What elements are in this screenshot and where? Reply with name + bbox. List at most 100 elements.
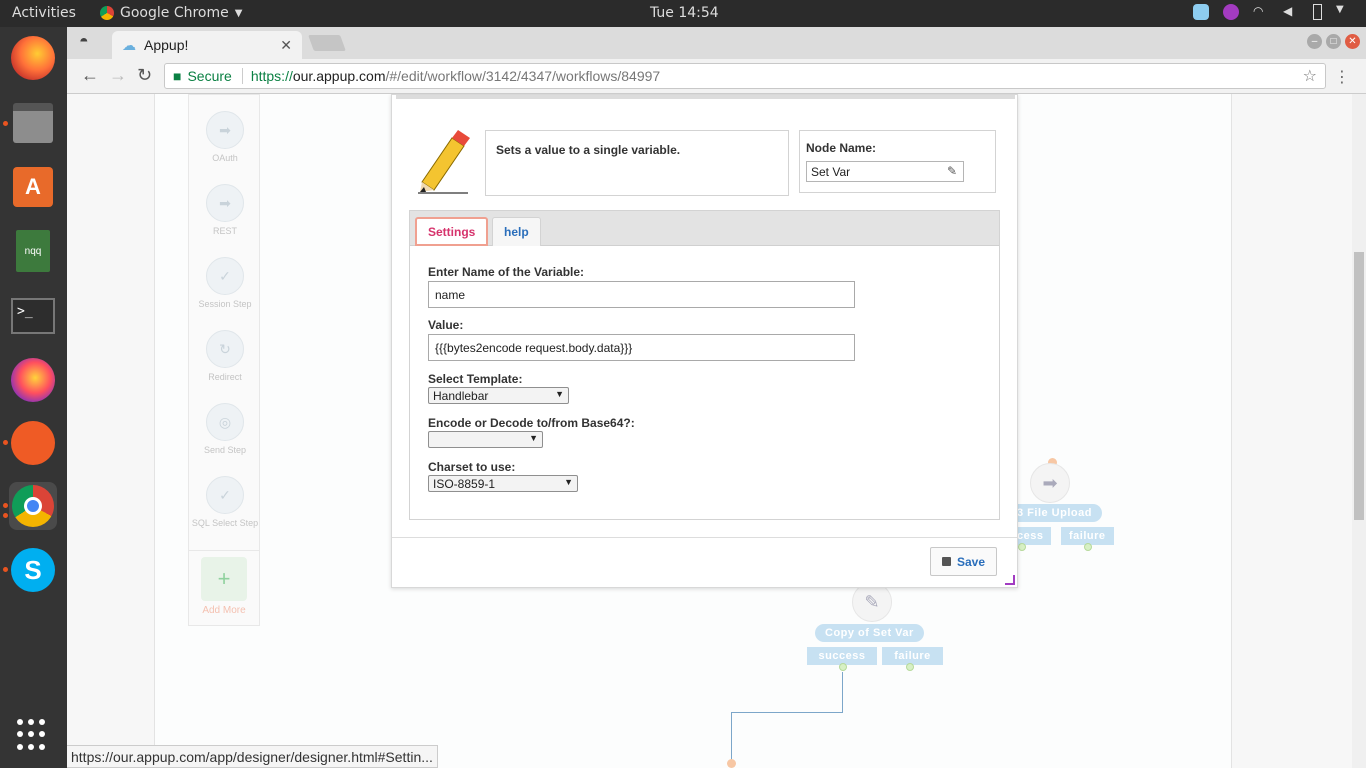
close-window-button[interactable]: ✕: [1345, 34, 1360, 49]
upload-node-icon[interactable]: ➡: [1030, 463, 1070, 503]
node-name-input[interactable]: Set Var ✎: [806, 161, 964, 182]
node-title[interactable]: Copy of Set Var: [815, 624, 924, 642]
show-applications-icon[interactable]: [17, 719, 49, 751]
palette-item-rest[interactable]: ➡ REST: [189, 184, 261, 236]
forward-icon[interactable]: →: [109, 65, 127, 86]
palette-item-label: REST: [212, 226, 237, 236]
system-tray[interactable]: ◠ ◀ ▼: [1193, 4, 1352, 20]
new-tab-button[interactable]: [308, 35, 346, 51]
app-menu[interactable]: Google Chrome ▼: [100, 5, 242, 21]
node-name-value: Set Var: [811, 164, 851, 179]
software-center-icon[interactable]: A: [9, 163, 57, 211]
pencil-node-icon[interactable]: ✎: [852, 582, 892, 622]
node-output-dot: [906, 663, 914, 671]
minimize-button[interactable]: –: [1307, 34, 1322, 49]
save-disk-icon: [941, 557, 951, 566]
globe-icon: ◎: [206, 403, 244, 441]
variable-name-label: Enter Name of the Variable:: [428, 265, 585, 279]
chrome-menu-icon[interactable]: ⋮: [1334, 67, 1350, 87]
template-label: Select Template:: [428, 372, 523, 386]
charset-selected-value: ISO-8859-1: [433, 476, 496, 491]
wifi-icon[interactable]: ◠: [1253, 4, 1269, 20]
address-bar[interactable]: ■ Secure https:// our.appup.com /#/edit/…: [164, 63, 1326, 89]
skype-tray-icon[interactable]: [1193, 4, 1209, 20]
sql-check-icon: ✓: [206, 476, 244, 514]
palette-item-send-step[interactable]: ◎ Send Step: [189, 403, 261, 455]
page-scrollbar[interactable]: [1352, 94, 1366, 768]
volume-icon[interactable]: ◀: [1283, 4, 1299, 20]
edit-icon[interactable]: ✎: [947, 164, 957, 178]
palette-item-redirect[interactable]: ↻ Redirect: [189, 330, 261, 382]
terminal-icon[interactable]: >_: [9, 292, 57, 340]
charset-select[interactable]: ISO-8859-1 ▼: [428, 475, 578, 492]
maximize-button[interactable]: □: [1326, 34, 1341, 49]
add-more-icon: +: [201, 557, 247, 601]
cloud-icon: ☁: [122, 36, 136, 53]
pencil-icon: [418, 130, 470, 194]
node-output-dot: [1018, 543, 1026, 551]
app-menu-label: Google Chrome: [120, 5, 229, 21]
connector-line: [842, 672, 843, 713]
nqq-label: nqq: [16, 230, 50, 272]
dropdown-arrow-icon: ▼: [529, 433, 538, 443]
power-menu-icon[interactable]: ▼: [1336, 4, 1352, 20]
nqq-icon[interactable]: nqq: [9, 227, 57, 275]
close-tab-icon[interactable]: ✕: [280, 37, 292, 54]
node-failure-port[interactable]: failure: [882, 647, 943, 665]
dropdown-arrow-icon: ▼: [564, 477, 573, 487]
add-more-button[interactable]: + Add More: [188, 550, 260, 626]
resize-handle[interactable]: [1005, 575, 1015, 585]
chrome-icon[interactable]: [9, 482, 57, 530]
palette-item-sql-select-step[interactable]: ✓ SQL Select Step: [189, 476, 261, 528]
browser-toolbar: ← → ↻ ■ Secure https:// our.appup.com /#…: [67, 59, 1366, 94]
encode-select[interactable]: ▼: [428, 431, 543, 448]
dialog-footer-divider: [392, 537, 1017, 538]
node-title[interactable]: 3 File Upload: [1007, 504, 1102, 522]
value-field: Value: {{{bytes2encode request.body.data…: [428, 318, 855, 361]
postman-icon[interactable]: [9, 419, 57, 467]
palette-item-label: OAuth: [212, 153, 238, 163]
node-output-dot: [839, 663, 847, 671]
encode-label: Encode or Decode to/from Base64?:: [428, 416, 635, 430]
skype-icon[interactable]: S: [9, 546, 57, 594]
value-input[interactable]: {{{bytes2encode request.body.data}}}: [428, 334, 855, 361]
firefox-dev-icon[interactable]: [9, 356, 57, 404]
activities-button[interactable]: Activities: [12, 5, 76, 21]
scrollbar-thumb[interactable]: [1354, 252, 1364, 520]
dialog-header-strip: [396, 95, 1015, 99]
tab-help[interactable]: help: [492, 217, 541, 246]
back-icon[interactable]: ←: [81, 65, 99, 86]
divider: [241, 68, 243, 84]
gnome-top-bar: Activities Google Chrome ▼ Tue 14:54 ◠ ◀…: [0, 0, 1366, 27]
node-description: Sets a value to a single variable.: [485, 130, 789, 196]
save-label: Save: [956, 554, 986, 569]
save-button[interactable]: Save: [930, 547, 997, 576]
files-icon[interactable]: [9, 99, 57, 147]
running-indicator: [3, 513, 8, 518]
dropdown-arrow-icon: ▼: [555, 389, 564, 399]
template-field: Select Template: Handlebar ▼: [428, 372, 569, 404]
node-name-group: Node Name: Set Var ✎: [799, 130, 996, 193]
rest-icon: ➡: [206, 184, 244, 222]
template-select[interactable]: Handlebar ▼: [428, 387, 569, 404]
running-indicator: [3, 567, 8, 572]
dock: A nqq >_ S: [0, 27, 67, 768]
variable-name-input[interactable]: name: [428, 281, 855, 308]
browser-tab[interactable]: ☁ Appup! ✕: [112, 31, 302, 59]
settings-panel: Settings help Enter Name of the Variable…: [409, 210, 1000, 520]
bookmark-star-icon[interactable]: ☆: [1303, 66, 1317, 86]
oauth-icon: ➡: [206, 111, 244, 149]
palette-item-oauth[interactable]: ➡ OAuth: [189, 111, 261, 163]
palette-item-session-step[interactable]: ✓ Session Step: [189, 257, 261, 309]
chrome-small-icon: [100, 6, 114, 20]
settings-tabs: Settings help: [410, 211, 999, 246]
template-selected-value: Handlebar: [433, 388, 489, 403]
firefox-icon[interactable]: [9, 34, 57, 82]
battery-icon[interactable]: [1313, 4, 1322, 20]
firefox-tray-icon[interactable]: [1223, 4, 1239, 20]
reload-icon[interactable]: ↻: [137, 65, 152, 86]
palette-item-label: Send Step: [203, 445, 247, 455]
tab-settings[interactable]: Settings: [415, 217, 489, 246]
clock[interactable]: Tue 14:54: [650, 5, 719, 21]
node-input-port[interactable]: [727, 759, 736, 768]
